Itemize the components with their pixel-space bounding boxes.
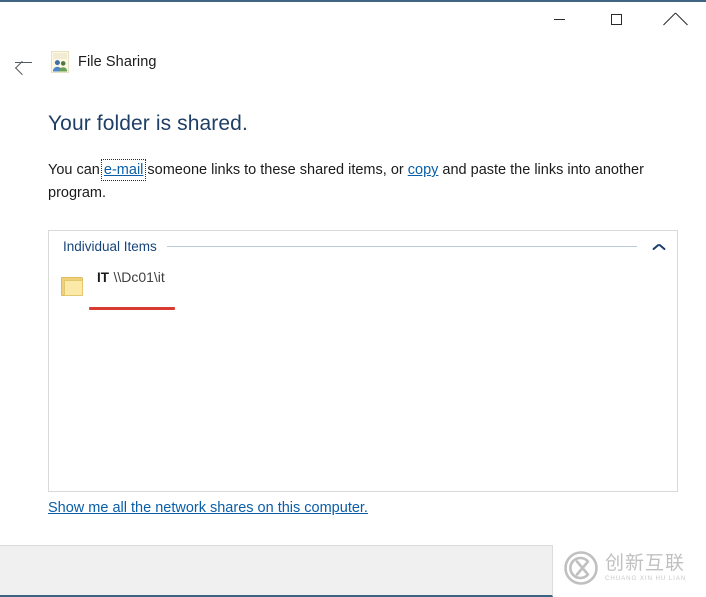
file-sharing-icon	[50, 51, 70, 73]
navigation-header: File Sharing	[0, 46, 706, 78]
minimize-button[interactable]	[536, 2, 582, 36]
title-bar	[0, 2, 706, 42]
share-item-path: \\Dc01\it	[113, 269, 165, 285]
close-icon	[669, 13, 682, 26]
share-item-text: IT \\Dc01\it	[97, 268, 165, 287]
shared-items-list: IT \\Dc01\it	[49, 263, 679, 314]
list-item[interactable]: IT \\Dc01\it	[49, 263, 679, 314]
collapse-group-button[interactable]	[645, 234, 673, 258]
network-shares-link[interactable]: Show me all the network shares on this c…	[48, 500, 368, 516]
watermark-brand-en: CHUANG XIN HU LIAN	[605, 575, 687, 582]
file-sharing-window: File Sharing Your folder is shared. You …	[0, 0, 706, 597]
chevron-up-icon	[653, 243, 665, 250]
back-arrow-icon	[14, 53, 33, 72]
description-text: You can e-mail someone links to these sh…	[48, 159, 666, 205]
description-part1: You can	[48, 162, 104, 178]
watermark: 创新互联 CHUANG XIN HU LIAN	[563, 545, 706, 591]
network-shares-link-container: Show me all the network shares on this c…	[48, 500, 368, 516]
folder-icon	[61, 277, 83, 296]
description-part2: someone links to these shared items, or	[143, 162, 408, 178]
maximize-icon	[610, 13, 622, 25]
annotation-underline	[89, 307, 175, 310]
copy-link[interactable]: copy	[408, 162, 439, 178]
footer-bar	[0, 545, 553, 597]
watermark-text: 创新互联 CHUANG XIN HU LIAN	[605, 553, 686, 583]
watermark-brand-cn: 创新互联	[605, 553, 686, 574]
maximize-button[interactable]	[593, 2, 639, 36]
group-title: Individual Items	[63, 238, 157, 254]
individual-items-group: Individual Items IT \\Dc01\it	[48, 230, 678, 492]
page-title: Your folder is shared.	[48, 112, 248, 135]
window-title: File Sharing	[78, 54, 157, 70]
share-item-name: IT	[97, 270, 109, 285]
group-divider	[166, 245, 637, 247]
cx-circle-logo-icon	[563, 550, 599, 586]
back-button[interactable]	[8, 48, 38, 76]
close-button[interactable]	[652, 2, 698, 36]
minimize-icon	[553, 18, 565, 20]
group-header: Individual Items	[49, 231, 679, 261]
email-link[interactable]: e-mail	[100, 159, 147, 181]
